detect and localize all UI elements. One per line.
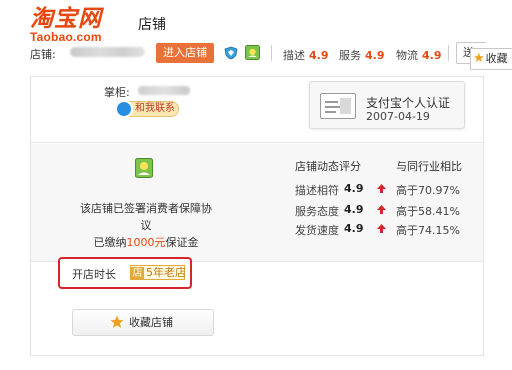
shop-name-blurred — [70, 47, 145, 57]
shop-age-label: 开店时长 — [72, 268, 116, 281]
rating-row: 发货速度 4.9 高于74.15% — [295, 222, 475, 238]
taobao-logo[interactable]: 淘宝网 Taobao.com — [30, 7, 118, 44]
rating-row-value: 4.9 — [344, 203, 364, 216]
rating-row-label: 服务态度 — [295, 205, 339, 218]
star-icon: ★ — [473, 51, 485, 66]
deposit-amount: 1000元 — [126, 236, 166, 249]
logo-chinese: 淘宝网 — [30, 6, 102, 31]
rating-service: 服务 4.9 — [339, 49, 385, 62]
contact-me-button[interactable]: 和我联系 — [115, 100, 179, 118]
rating-row-compare: 高于74.15% — [396, 224, 460, 237]
rating-row-label: 描述相符 — [295, 184, 339, 197]
enter-shop-button[interactable]: 进入店铺 — [156, 43, 214, 63]
rating-row-compare: 高于70.97% — [396, 184, 460, 197]
shop-age-highlight: 开店时长 店 5年老店 — [58, 257, 192, 289]
up-arrow-icon — [377, 184, 386, 193]
keeper-label: 掌柜: — [104, 86, 130, 99]
favorite-tab-label: 收藏 — [485, 52, 508, 65]
agreement-line-1: 该店铺已签署消费者保障协议 — [80, 202, 212, 232]
contact-me-label: 和我联系 — [135, 103, 175, 114]
rating-row-compare: 高于58.41% — [396, 205, 460, 218]
consumer-protection-text: 该店铺已签署消费者保障协议 已缴纳1000元保证金 — [76, 200, 216, 251]
flower-badge-icon[interactable] — [245, 45, 260, 60]
page-title: 店铺 — [138, 16, 166, 32]
rating-row: 服务态度 4.9 高于58.41% — [295, 203, 475, 219]
shop-badge-icon: 店 — [131, 267, 144, 280]
shop-info-bar: 店铺: 进入店铺 描述 4.9 服务 4.9 物流 4.9 送 — [30, 42, 512, 64]
alipay-certification[interactable]: 支付宝个人认证 2007-04-19 — [309, 81, 465, 129]
cert-date: 2007-04-19 — [366, 110, 430, 123]
wangwang-icon — [115, 100, 133, 118]
card-top-section: 掌柜: 和我联系 支付宝个人认证 2007-04-19 — [31, 77, 483, 143]
consumer-protection-shield-icon[interactable] — [135, 158, 153, 178]
agreement-line-2: 已缴纳1000元保证金 — [93, 236, 199, 249]
shop-prefix-label: 店铺: — [30, 48, 56, 61]
star-icon — [110, 315, 124, 328]
cert-title: 支付宝个人认证 — [366, 96, 451, 110]
rating-description: 描述 4.9 — [283, 49, 329, 62]
up-arrow-icon — [377, 205, 386, 214]
dynamic-rating-heading: 店铺动态评分 — [295, 160, 361, 173]
up-arrow-icon — [377, 224, 386, 233]
rating-row-value: 4.9 — [344, 222, 364, 235]
rating-row-label: 发货速度 — [295, 224, 339, 237]
bar-divider — [271, 45, 272, 61]
favorite-tab[interactable]: ★收藏 — [470, 48, 512, 70]
id-card-icon — [320, 93, 356, 119]
shop-card: 掌柜: 和我联系 支付宝个人认证 2007-04-19 该店铺已签署消费者保障协… — [30, 76, 484, 356]
rating-logistics: 物流 4.9 — [396, 49, 442, 62]
keeper-name-blurred — [138, 86, 190, 95]
shop-age-badge: 店 5年老店 — [130, 265, 186, 280]
shield-badge-icon[interactable] — [224, 46, 238, 60]
favorite-shop-button[interactable]: 收藏店铺 — [72, 309, 214, 336]
rating-row-value: 4.9 — [344, 182, 364, 195]
bar-divider-2 — [448, 45, 449, 61]
rating-row: 描述相符 4.9 高于70.97% — [295, 182, 475, 198]
favorite-shop-label: 收藏店铺 — [129, 316, 173, 329]
card-middle-section: 该店铺已签署消费者保障协议 已缴纳1000元保证金 店铺动态评分 与同行业相比 … — [31, 144, 483, 262]
industry-compare-heading: 与同行业相比 — [396, 160, 462, 173]
